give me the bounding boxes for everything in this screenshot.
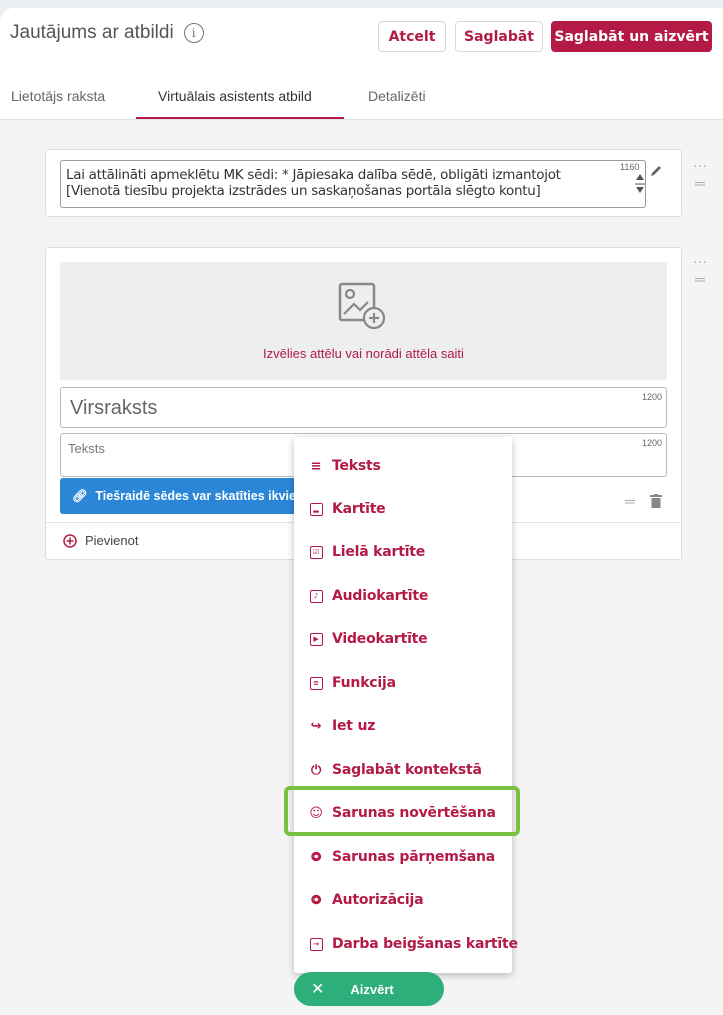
link-icon: 🔗︎ bbox=[72, 489, 88, 503]
menu-item-large-card[interactable]: ☑ Lielā kartīte bbox=[308, 541, 425, 563]
info-icon[interactable]: i bbox=[183, 23, 204, 43]
tab-assistant-replies[interactable]: Virtuālais asistents atbild bbox=[158, 88, 312, 104]
drag-handle-icon[interactable]: ═ bbox=[625, 493, 635, 509]
menu-item-label: Videokartīte bbox=[332, 631, 428, 647]
menu-item-label: Lielā kartīte bbox=[332, 544, 426, 560]
media-card-side-controls: ··· ═ bbox=[693, 254, 707, 286]
menu-item-label: Autorizācija bbox=[332, 892, 424, 908]
dialog-title-text: Jautājums ar atbildi bbox=[10, 22, 174, 43]
title-char-counter: 1200 bbox=[641, 392, 662, 402]
menu-item-video-card[interactable]: ▶ Videokartīte bbox=[308, 628, 428, 650]
menu-item-label: Audiokartīte bbox=[332, 588, 429, 604]
response-text-field[interactable]: Lai attālināti apmeklētu MK sēdi: * Jāpi… bbox=[60, 160, 646, 208]
more-options-icon[interactable]: ··· bbox=[693, 254, 707, 268]
edit-pencil-icon[interactable] bbox=[649, 164, 663, 178]
tab-user-writes[interactable]: Lietotājs raksta bbox=[11, 88, 105, 104]
dialog-title: Jautājums ar atbildi i bbox=[10, 22, 204, 44]
menu-item-end-card[interactable]: → Darba beigšanas kartīte bbox=[308, 933, 518, 955]
function-icon: ≡ bbox=[308, 675, 324, 691]
spinner-arrows-icon[interactable] bbox=[635, 172, 645, 194]
drag-handle-icon[interactable]: ═ bbox=[693, 176, 707, 190]
menu-item-function[interactable]: ≡ Funkcija bbox=[308, 672, 396, 694]
card-side-controls: ··· ═ bbox=[693, 158, 707, 190]
text-lines-icon: ≡ bbox=[310, 458, 322, 474]
menu-item-label: Funkcija bbox=[332, 675, 396, 691]
menu-item-label: Sarunas pārņemšana bbox=[332, 849, 496, 865]
text-response-card: Lai attālināti apmeklētu MK sēdi: * Jāpi… bbox=[45, 149, 682, 217]
card-icon: ▂ bbox=[308, 501, 324, 517]
title-input[interactable]: Virsraksts 1200 bbox=[60, 387, 667, 428]
menu-item-conversation-handover[interactable]: ⭗ Sarunas pārņemšana bbox=[308, 846, 495, 868]
text-field-char-counter: 1200 bbox=[641, 438, 662, 448]
close-menu-button[interactable]: ✕ Aizvērt bbox=[294, 972, 444, 1006]
audio-card-icon: ♪ bbox=[308, 588, 324, 604]
drag-handle-icon[interactable]: ═ bbox=[693, 272, 707, 286]
close-menu-label: Aizvērt bbox=[350, 981, 394, 997]
cancel-button[interactable]: Atcelt bbox=[378, 21, 446, 52]
add-element-menu: ≡ Teksts ▂ Kartīte ☑ Lielā kartīte ♪ Aud… bbox=[294, 437, 518, 973]
image-picker[interactable]: Izvēlies attēlu vai norādi attēla saiti bbox=[60, 262, 667, 380]
dialog-header: Jautājums ar atbildi i Atcelt Saglabāt S… bbox=[0, 8, 723, 120]
authorization-icon: ⭗ bbox=[310, 892, 322, 908]
menu-item-label: Teksts bbox=[332, 458, 381, 474]
menu-item-label: Darba beigšanas kartīte bbox=[332, 936, 518, 952]
save-context-icon: ⏻ bbox=[310, 762, 322, 778]
menu-item-go-to[interactable]: ↪ Iet uz bbox=[308, 715, 376, 737]
active-tab-indicator bbox=[136, 117, 344, 119]
menu-item-save-context[interactable]: ⏻ Saglabāt kontekstā bbox=[308, 759, 482, 781]
link-button[interactable]: 🔗︎ Tiešraidē sēdes var skatīties ikvie bbox=[60, 478, 300, 514]
link-button-label: Tiešraidē sēdes var skatīties ikvie bbox=[95, 489, 296, 503]
menu-item-authorization[interactable]: ⭗ Autorizācija bbox=[308, 889, 424, 911]
menu-item-label: Saglabāt kontekstā bbox=[332, 762, 482, 778]
save-button[interactable]: Saglabāt bbox=[455, 21, 543, 52]
go-to-icon: ↪ bbox=[310, 718, 322, 734]
image-picker-caption: Izvēlies attēlu vai norādi attēla saiti bbox=[263, 346, 464, 361]
exit-card-icon: → bbox=[308, 936, 324, 952]
close-icon: ✕ bbox=[311, 981, 325, 998]
video-card-icon: ▶ bbox=[308, 631, 324, 647]
menu-item-card[interactable]: ▂ Kartīte bbox=[308, 498, 386, 520]
menu-item-audio-card[interactable]: ♪ Audiokartīte bbox=[308, 585, 428, 607]
text-placeholder: Teksts bbox=[68, 441, 105, 456]
title-placeholder: Virsraksts bbox=[70, 397, 158, 419]
more-options-icon[interactable]: ··· bbox=[693, 158, 707, 172]
tab-bar: Lietotājs raksta Virtuālais asistents at… bbox=[0, 74, 723, 120]
save-and-close-button[interactable]: Saglabāt un aizvērt bbox=[551, 21, 712, 52]
delete-icon[interactable] bbox=[650, 494, 662, 508]
highlight-frame bbox=[284, 786, 520, 836]
text-char-counter: 1160 bbox=[620, 162, 640, 172]
menu-item-text[interactable]: ≡ Teksts bbox=[308, 455, 381, 477]
handover-icon: ⭗ bbox=[310, 849, 322, 865]
large-card-icon: ☑ bbox=[308, 544, 324, 560]
tab-details[interactable]: Detalizēti bbox=[368, 88, 426, 104]
add-image-icon bbox=[338, 282, 386, 330]
menu-item-label: Kartīte bbox=[332, 501, 386, 517]
add-button[interactable]: Pievienot bbox=[63, 533, 138, 548]
menu-item-label: Iet uz bbox=[332, 718, 376, 734]
add-circle-icon bbox=[63, 533, 77, 548]
add-button-label: Pievienot bbox=[85, 533, 139, 548]
